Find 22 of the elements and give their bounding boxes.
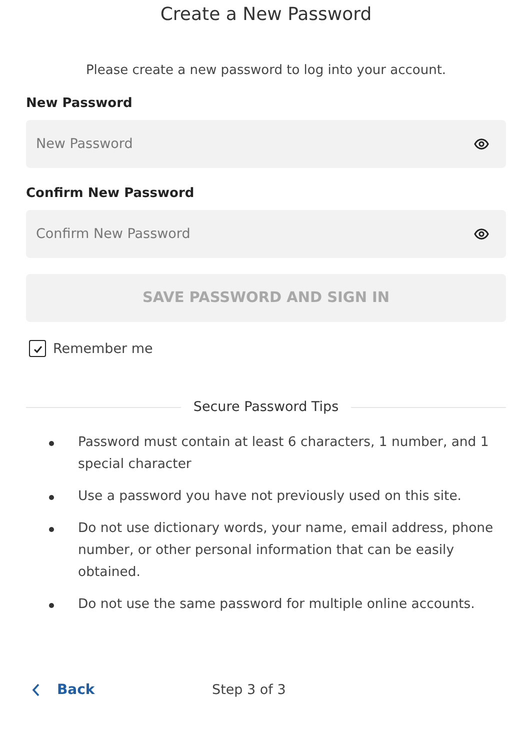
tip-text: Do not use the same password for multiple online accounts.	[78, 596, 476, 614]
checkbox[interactable]	[29, 340, 46, 357]
bullet-icon	[49, 441, 54, 446]
field-label: Confirm New Password	[26, 186, 196, 201]
password-field[interactable]: New Password	[26, 120, 506, 168]
bullet-icon	[49, 495, 54, 500]
tip-text: Password must contain at least 6 characters, 1 number, and 1 special character	[78, 434, 490, 474]
eye-icon[interactable]	[474, 228, 489, 240]
bullet-icon	[49, 527, 54, 532]
chevron-left-icon	[32, 683, 40, 697]
field-label: New Password	[26, 96, 134, 111]
section-heading: Secure Password Tips	[192, 399, 340, 415]
tip-text: Use a password you have not previously used on this site.	[78, 488, 462, 506]
tip-text: Do not use dictionary words, your name, email address, phone number, or other personal information that can be easily obtained.	[78, 520, 494, 582]
checkbox-label: Remember me	[53, 340, 153, 356]
page-title: Create a New Password	[159, 4, 373, 27]
bullet-icon	[49, 603, 54, 608]
instruction-text: Please create a new password to log into your account.	[84, 63, 448, 78]
step-indicator: Step 3 of 3	[212, 682, 286, 698]
password-field[interactable]: Confirm New Password	[26, 210, 506, 258]
eye-icon[interactable]	[474, 138, 489, 150]
back-link[interactable]: Back	[32, 682, 212, 698]
